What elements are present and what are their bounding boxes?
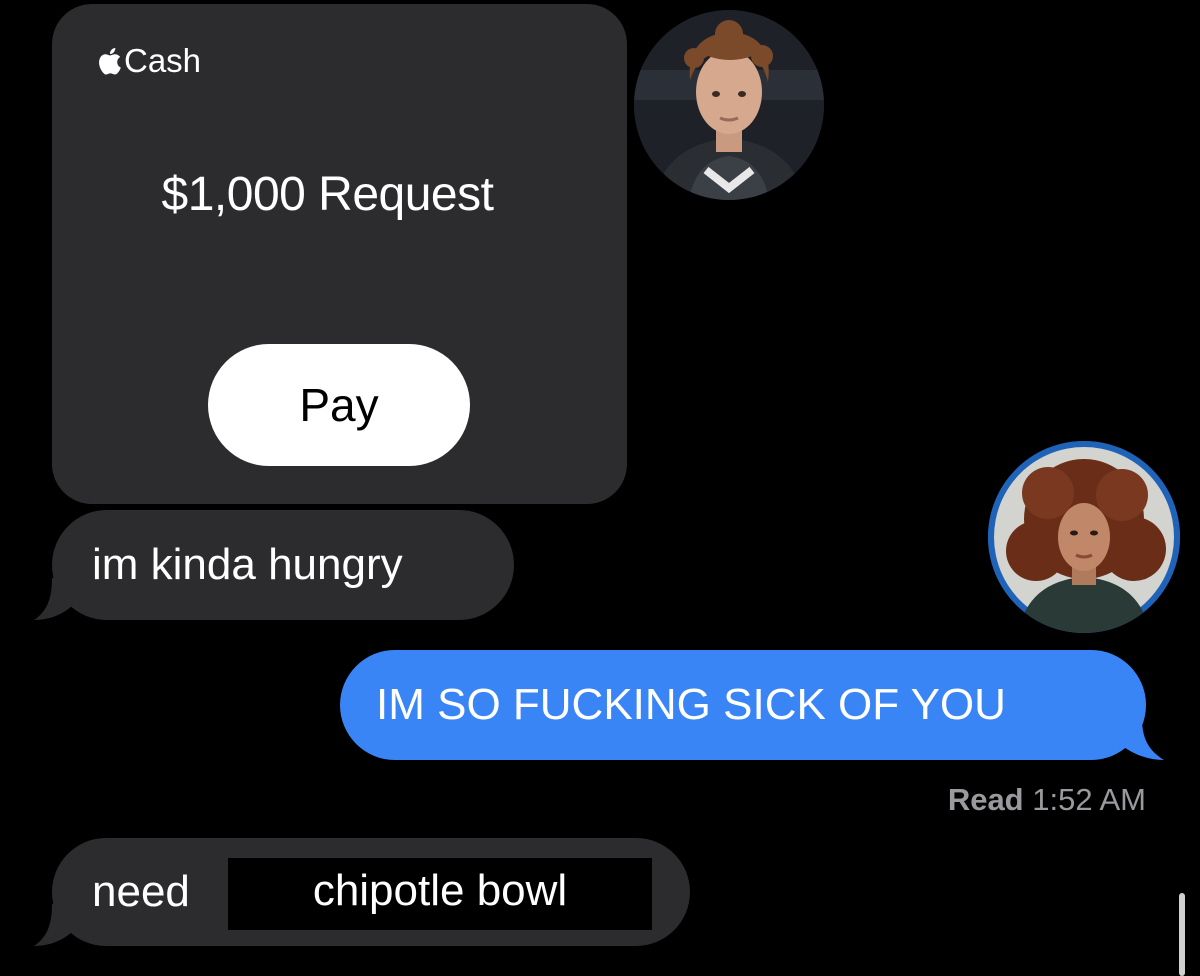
user-avatar[interactable] [988,441,1180,633]
bubble-tail [34,578,74,620]
read-receipt: Read 1:52 AM [948,782,1146,818]
bubble-tail [34,904,74,946]
message-text: im kinda hungry [92,540,403,589]
apple-cash-request-card[interactable]: Cash $1,000 Request Pay [52,4,627,504]
read-label: Read [947,782,1024,817]
user-avatar-image [988,441,1180,633]
message-text: IM SO FUCKING SICK OF YOU [376,680,1006,729]
apple-logo-icon [99,47,121,75]
read-time: 1:52 AM [1032,782,1146,817]
received-message-bubble[interactable]: im kinda hungry [52,510,514,620]
scroll-indicator[interactable] [1179,893,1185,976]
sent-message-bubble[interactable]: IM SO FUCKING SICK OF YOU [340,650,1146,760]
contact-avatar-image [634,10,824,200]
bubble-tail [1120,718,1164,760]
request-amount: $1,000 Request [161,168,494,221]
message-text: need [92,867,190,916]
boxed-message-text: chipotle bowl [228,858,652,930]
apple-cash-brand: Cash [96,42,201,80]
cash-brand-label: Cash [124,42,202,79]
contact-avatar[interactable] [634,10,824,200]
pay-button[interactable]: Pay [208,344,470,466]
